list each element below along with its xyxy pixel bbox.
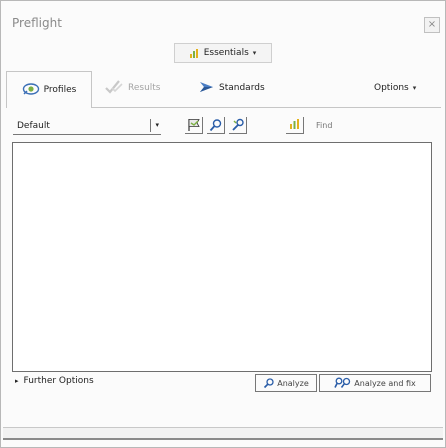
tab-divider [91, 107, 441, 108]
standards-icon [199, 80, 215, 97]
profile-select[interactable]: Default ▾ [13, 117, 161, 135]
bar-chart-icon [289, 119, 299, 129]
close-button[interactable]: × [424, 17, 440, 33]
chevron-down-icon: ▾ [412, 84, 417, 92]
profiles-icon [22, 81, 40, 100]
results-checkmark-icon [104, 79, 124, 98]
tab-results-label: Results [128, 83, 161, 93]
preflight-panel: Preflight × Essentials ▾ Profiles Result… [0, 0, 446, 448]
further-options-toggle[interactable]: ▸ Further Options [15, 376, 94, 386]
panel-bottom-bar [3, 427, 443, 440]
analyze-and-fix-button[interactable]: Analyze and fix [319, 374, 431, 392]
tab-bar: Profiles Results Standards Options ▾ [6, 71, 440, 108]
disclosure-triangle-icon: ▸ [15, 377, 19, 385]
tab-results[interactable]: Results [104, 71, 161, 105]
options-label: Options [374, 83, 409, 93]
analyze-and-fix-label: Analyze and fix [354, 378, 416, 388]
analyze-fix-icon [334, 377, 351, 388]
magnifier-icon [209, 119, 221, 132]
options-menu[interactable]: Options ▾ [374, 71, 416, 105]
fixup-flag-button[interactable] [185, 117, 203, 134]
workspace-dropdown[interactable]: Essentials ▾ [174, 43, 272, 63]
tab-profiles[interactable]: Profiles [6, 71, 92, 108]
profiles-list[interactable] [12, 142, 432, 372]
chevron-down-icon: ▾ [150, 119, 159, 132]
check-search-button[interactable] [207, 117, 225, 134]
workspace-label: Essentials [203, 48, 249, 58]
flag-icon [187, 119, 200, 131]
magnifier-icon [264, 378, 274, 389]
tab-profiles-label: Profiles [43, 85, 77, 95]
profile-toolbar: Default ▾ [13, 117, 437, 137]
fixup-search-button[interactable] [229, 117, 247, 134]
analyze-button[interactable]: Analyze [255, 374, 317, 392]
tab-standards-label: Standards [219, 83, 265, 93]
profile-select-value: Default [17, 121, 50, 131]
close-icon: × [427, 19, 437, 30]
panel-title: Preflight [12, 16, 62, 30]
wrench-icon [231, 118, 244, 131]
bar-chart-icon [189, 48, 200, 58]
statistics-button[interactable] [286, 117, 304, 134]
tab-standards[interactable]: Standards [199, 71, 265, 105]
find-input[interactable] [312, 117, 436, 134]
chevron-down-icon: ▾ [252, 49, 257, 57]
analyze-label: Analyze [277, 378, 309, 388]
further-options-label: Further Options [23, 376, 94, 386]
